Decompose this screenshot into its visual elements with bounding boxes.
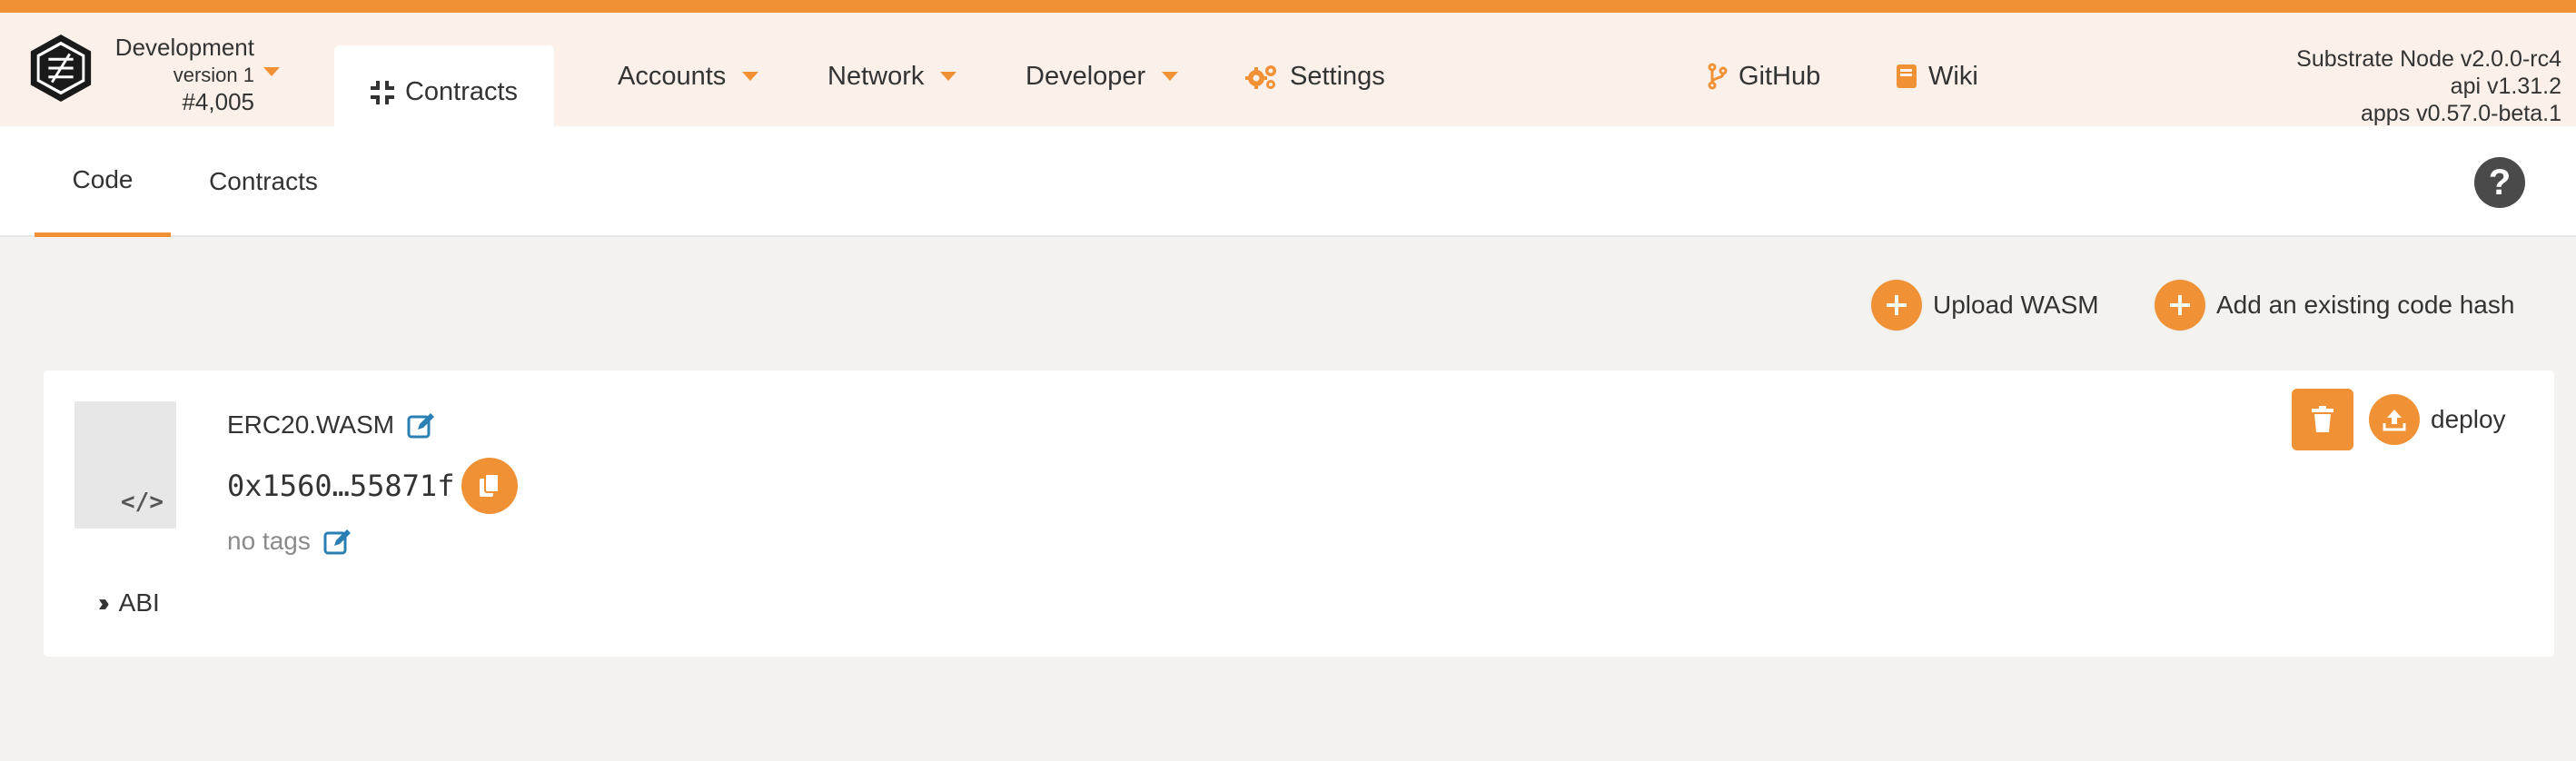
chevron-double-right-icon: ›› xyxy=(98,588,109,617)
deploy-button[interactable]: deploy xyxy=(2369,392,2506,447)
caret-down-icon xyxy=(1162,72,1179,81)
api-version: api v1.31.2 xyxy=(2450,74,2561,99)
gears-icon xyxy=(1244,63,1279,90)
nav-item-developer[interactable]: Developer xyxy=(1025,33,1179,120)
code-card: </> ERC20.WASM 0x1560…55871f no tags ›› … xyxy=(44,371,2554,657)
question-circle-icon[interactable]: ? xyxy=(2474,157,2525,208)
plus-icon xyxy=(2155,280,2205,331)
abi-label: ABI xyxy=(118,588,160,617)
add-code-hash-label: Add an existing code hash xyxy=(2216,291,2515,319)
nav-item-contracts[interactable]: Contracts xyxy=(334,45,554,139)
plus-icon xyxy=(1871,280,1922,331)
code-thumbnail: </> xyxy=(74,401,176,529)
nav-item-label: Settings xyxy=(1290,61,1385,91)
substrate-logo[interactable] xyxy=(25,33,96,104)
book-icon xyxy=(1896,64,1917,89)
code-name-row: ERC20.WASM xyxy=(227,410,436,440)
abi-toggle[interactable]: ›› ABI xyxy=(98,588,160,618)
code-icon: </> xyxy=(121,489,163,516)
code-hash-row: 0x1560…55871f xyxy=(227,458,519,514)
code-tags-row: no tags xyxy=(227,527,352,556)
caret-down-icon xyxy=(940,72,957,81)
nav-item-label: GitHub xyxy=(1739,61,1821,91)
help-symbol: ? xyxy=(2488,162,2512,203)
code-tags: no tags xyxy=(227,527,311,555)
nav-item-label: Network xyxy=(827,61,925,91)
upload-wasm-button[interactable]: Upload WASM xyxy=(1871,279,2099,331)
tab-label: Contracts xyxy=(209,167,318,195)
chain-block-number: #4,005 xyxy=(182,88,254,115)
apps-version: apps v0.57.0-beta.1 xyxy=(2361,101,2561,126)
chain-selector[interactable]: Development version 1 #4,005 xyxy=(100,33,254,117)
node-version-info: Substrate Node v2.0.0-rc4 api v1.31.2 ap… xyxy=(2296,45,2561,127)
nav-item-accounts[interactable]: Accounts xyxy=(618,33,759,120)
edit-icon[interactable] xyxy=(407,411,436,439)
top-accent-stripe xyxy=(0,0,2576,13)
trash-icon xyxy=(2312,406,2333,432)
edit-tags-icon[interactable] xyxy=(323,528,352,555)
sub-tabbar: Code Contracts ? xyxy=(0,126,2576,237)
chain-caret-down-icon[interactable] xyxy=(263,67,280,76)
nav-item-label: Developer xyxy=(1025,61,1146,91)
delete-button[interactable] xyxy=(2292,389,2353,450)
nav-item-label: Contracts xyxy=(404,77,519,106)
chain-name: Development xyxy=(114,34,254,61)
caret-down-icon xyxy=(742,72,759,81)
nav-item-github[interactable]: GitHub xyxy=(1708,33,1820,120)
tab-label: Code xyxy=(72,164,134,193)
chain-version: version 1 xyxy=(173,63,254,86)
nav-item-label: Accounts xyxy=(618,61,727,91)
code-name: ERC20.WASM xyxy=(227,410,395,439)
deploy-label: deploy xyxy=(2431,405,2506,433)
code-hash: 0x1560…55871f xyxy=(227,469,455,503)
nav-item-network[interactable]: Network xyxy=(827,33,957,120)
code-branch-icon xyxy=(1708,63,1728,90)
tab-contracts[interactable]: Contracts xyxy=(191,126,336,237)
compress-icon xyxy=(370,80,394,104)
upload-icon xyxy=(2369,394,2420,445)
nav-item-label: Wiki xyxy=(1928,61,1978,91)
node-version: Substrate Node v2.0.0-rc4 xyxy=(2296,46,2561,72)
tab-code[interactable]: Code xyxy=(35,126,171,237)
upload-wasm-label: Upload WASM xyxy=(1933,291,2099,319)
add-code-hash-button[interactable]: Add an existing code hash xyxy=(2155,279,2514,331)
copy-icon[interactable] xyxy=(461,458,519,514)
nav-item-wiki[interactable]: Wiki xyxy=(1896,33,1978,120)
top-menubar: Development version 1 #4,005 Contracts A… xyxy=(0,13,2576,139)
nav-item-settings[interactable]: Settings xyxy=(1244,33,1385,120)
